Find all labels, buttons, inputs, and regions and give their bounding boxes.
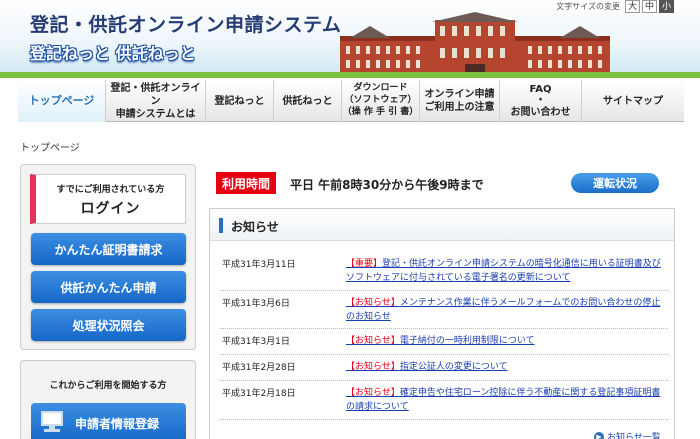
login-subtext: すでにご利用されている方 — [56, 185, 165, 195]
start-subtext: これからご利用を開始する方 — [49, 381, 167, 391]
news-item: 平成31年3月11日 【重要】登記・供託オンライン申請システムの暗号化通信に用い… — [220, 253, 668, 291]
nav-item-download[interactable]: ダウンロード （ソフトウェア） （操 作 手 引 書） — [342, 80, 420, 122]
news-date: 平成31年2月18日 — [222, 389, 296, 399]
news-text: 指定公証人の変更について — [399, 362, 508, 372]
news-date: 平成31年3月1日 — [222, 337, 290, 347]
global-nav: トップページ 登記・供託オンライン 申請システムとは 登記ねっと 供託ねっと ダ… — [18, 80, 684, 122]
register-label: 申請者情報登録 — [75, 416, 160, 431]
news-list-label: お知らせ一覧 — [607, 433, 661, 439]
login-button[interactable]: すでにご利用されている方 ログイン — [30, 174, 186, 224]
nav-item-about[interactable]: 登記・供託オンライン 申請システムとは — [106, 80, 206, 122]
news-title: お知らせ — [231, 220, 279, 234]
news-link[interactable]: 【お知らせ】メンテナンス作業に伴うメールフォームでのお問い合わせの停止のお知らせ — [346, 296, 668, 324]
news-date: 平成31年3月11日 — [222, 260, 296, 270]
news-link[interactable]: 【重要】登記・供託オンライン申請システムの暗号化通信に用いる証明書及びソフトウェ… — [346, 257, 668, 285]
news-panel: お知らせ 平成31年3月11日 【重要】登記・供託オンライン申請システムの暗号化… — [209, 208, 675, 439]
nav-item-sitemap[interactable]: サイトマップ — [582, 80, 684, 122]
arrow-right-circle-icon: ▶ — [594, 431, 604, 439]
font-size-medium-button[interactable]: 中 — [642, 0, 657, 13]
font-size-label: 文字サイズの変更 — [556, 2, 620, 11]
service-hours-label: 利用時間 — [216, 172, 276, 194]
status-inquiry-button[interactable]: 処理状況照会 — [31, 309, 186, 341]
news-tag: 【重要】 — [346, 259, 383, 269]
breadcrumb: トップページ — [20, 143, 80, 154]
news-item: 平成31年3月6日 【お知らせ】メンテナンス作業に伴うメールフォームでのお問い合… — [220, 292, 668, 329]
news-item: 平成31年2月28日 【お知らせ】指定公証人の変更について — [220, 356, 668, 381]
ministry-building-illustration — [340, 12, 610, 78]
news-link[interactable]: 【お知らせ】指定公証人の変更について — [346, 360, 668, 374]
news-link[interactable]: 【お知らせ】電子納付の一時利用制限について — [346, 334, 668, 348]
grass-strip — [0, 72, 700, 78]
font-size-large-button[interactable]: 大 — [625, 0, 640, 13]
nav-item-top[interactable]: トップページ — [18, 80, 106, 122]
computer-icon — [41, 411, 69, 435]
news-item: 平成31年3月1日 【お知らせ】電子納付の一時利用制限について — [220, 330, 668, 355]
service-hours-text: 平日 午前8時30分から午後9時まで — [290, 178, 484, 192]
news-date: 平成31年2月28日 — [222, 363, 296, 373]
site-title[interactable]: 登記・供託オンライン申請システム — [30, 10, 341, 37]
news-date: 平成31年3月6日 — [222, 299, 290, 309]
news-item: 平成31年2月18日 【お知らせ】確定申告や住宅ローン控除に伴う不動産に関する登… — [220, 382, 668, 420]
news-text: 登記・供託オンライン申請システムの暗号化通信に用いる証明書及びソフトウェアに付与… — [346, 259, 661, 283]
news-tag: 【お知らせ】 — [346, 298, 400, 308]
applicant-registration-button[interactable]: 申請者情報登録 — [31, 403, 186, 439]
start-panel: これからご利用を開始する方 申請者情報登録 — [20, 360, 196, 439]
news-tag: 【お知らせ】 — [346, 336, 400, 346]
nav-item-kyotaku[interactable]: 供託ねっと — [274, 80, 342, 122]
news-header-bar — [219, 218, 223, 233]
news-link[interactable]: 【お知らせ】確定申告や住宅ローン控除に伴う不動産に関する登記事項証明書の請求につ… — [346, 386, 668, 414]
nav-item-faq[interactable]: FAQ ・ お問い合わせ — [500, 80, 582, 122]
news-tag: 【お知らせ】 — [346, 388, 400, 398]
site-subtitle[interactable]: 登記ねっと 供託ねっと — [30, 40, 196, 64]
news-text: 電子納付の一時利用制限について — [399, 336, 535, 346]
deposit-easy-application-button[interactable]: 供託かんたん申請 — [31, 271, 186, 303]
easy-certificate-button[interactable]: かんたん証明書請求 — [31, 233, 186, 265]
site-header: 登記・供託オンライン申請システム 登記ねっと 供託ねっと 文字サイズの変更 大 … — [0, 0, 700, 78]
news-tag: 【お知らせ】 — [346, 362, 400, 372]
login-panel: すでにご利用されている方 ログイン かんたん証明書請求 供託かんたん申請 処理状… — [20, 164, 196, 350]
news-header: お知らせ — [210, 209, 674, 241]
nav-item-notes[interactable]: オンライン申請 ご利用上の注意 — [420, 80, 500, 122]
nav-item-touki[interactable]: 登記ねっと — [206, 80, 274, 122]
login-label: ログイン — [80, 201, 141, 217]
operation-status-button[interactable]: 運転状況 — [571, 173, 659, 193]
news-list-link[interactable]: ▶ お知らせ一覧 — [594, 430, 661, 439]
font-size-small-button[interactable]: 小 — [659, 0, 674, 13]
